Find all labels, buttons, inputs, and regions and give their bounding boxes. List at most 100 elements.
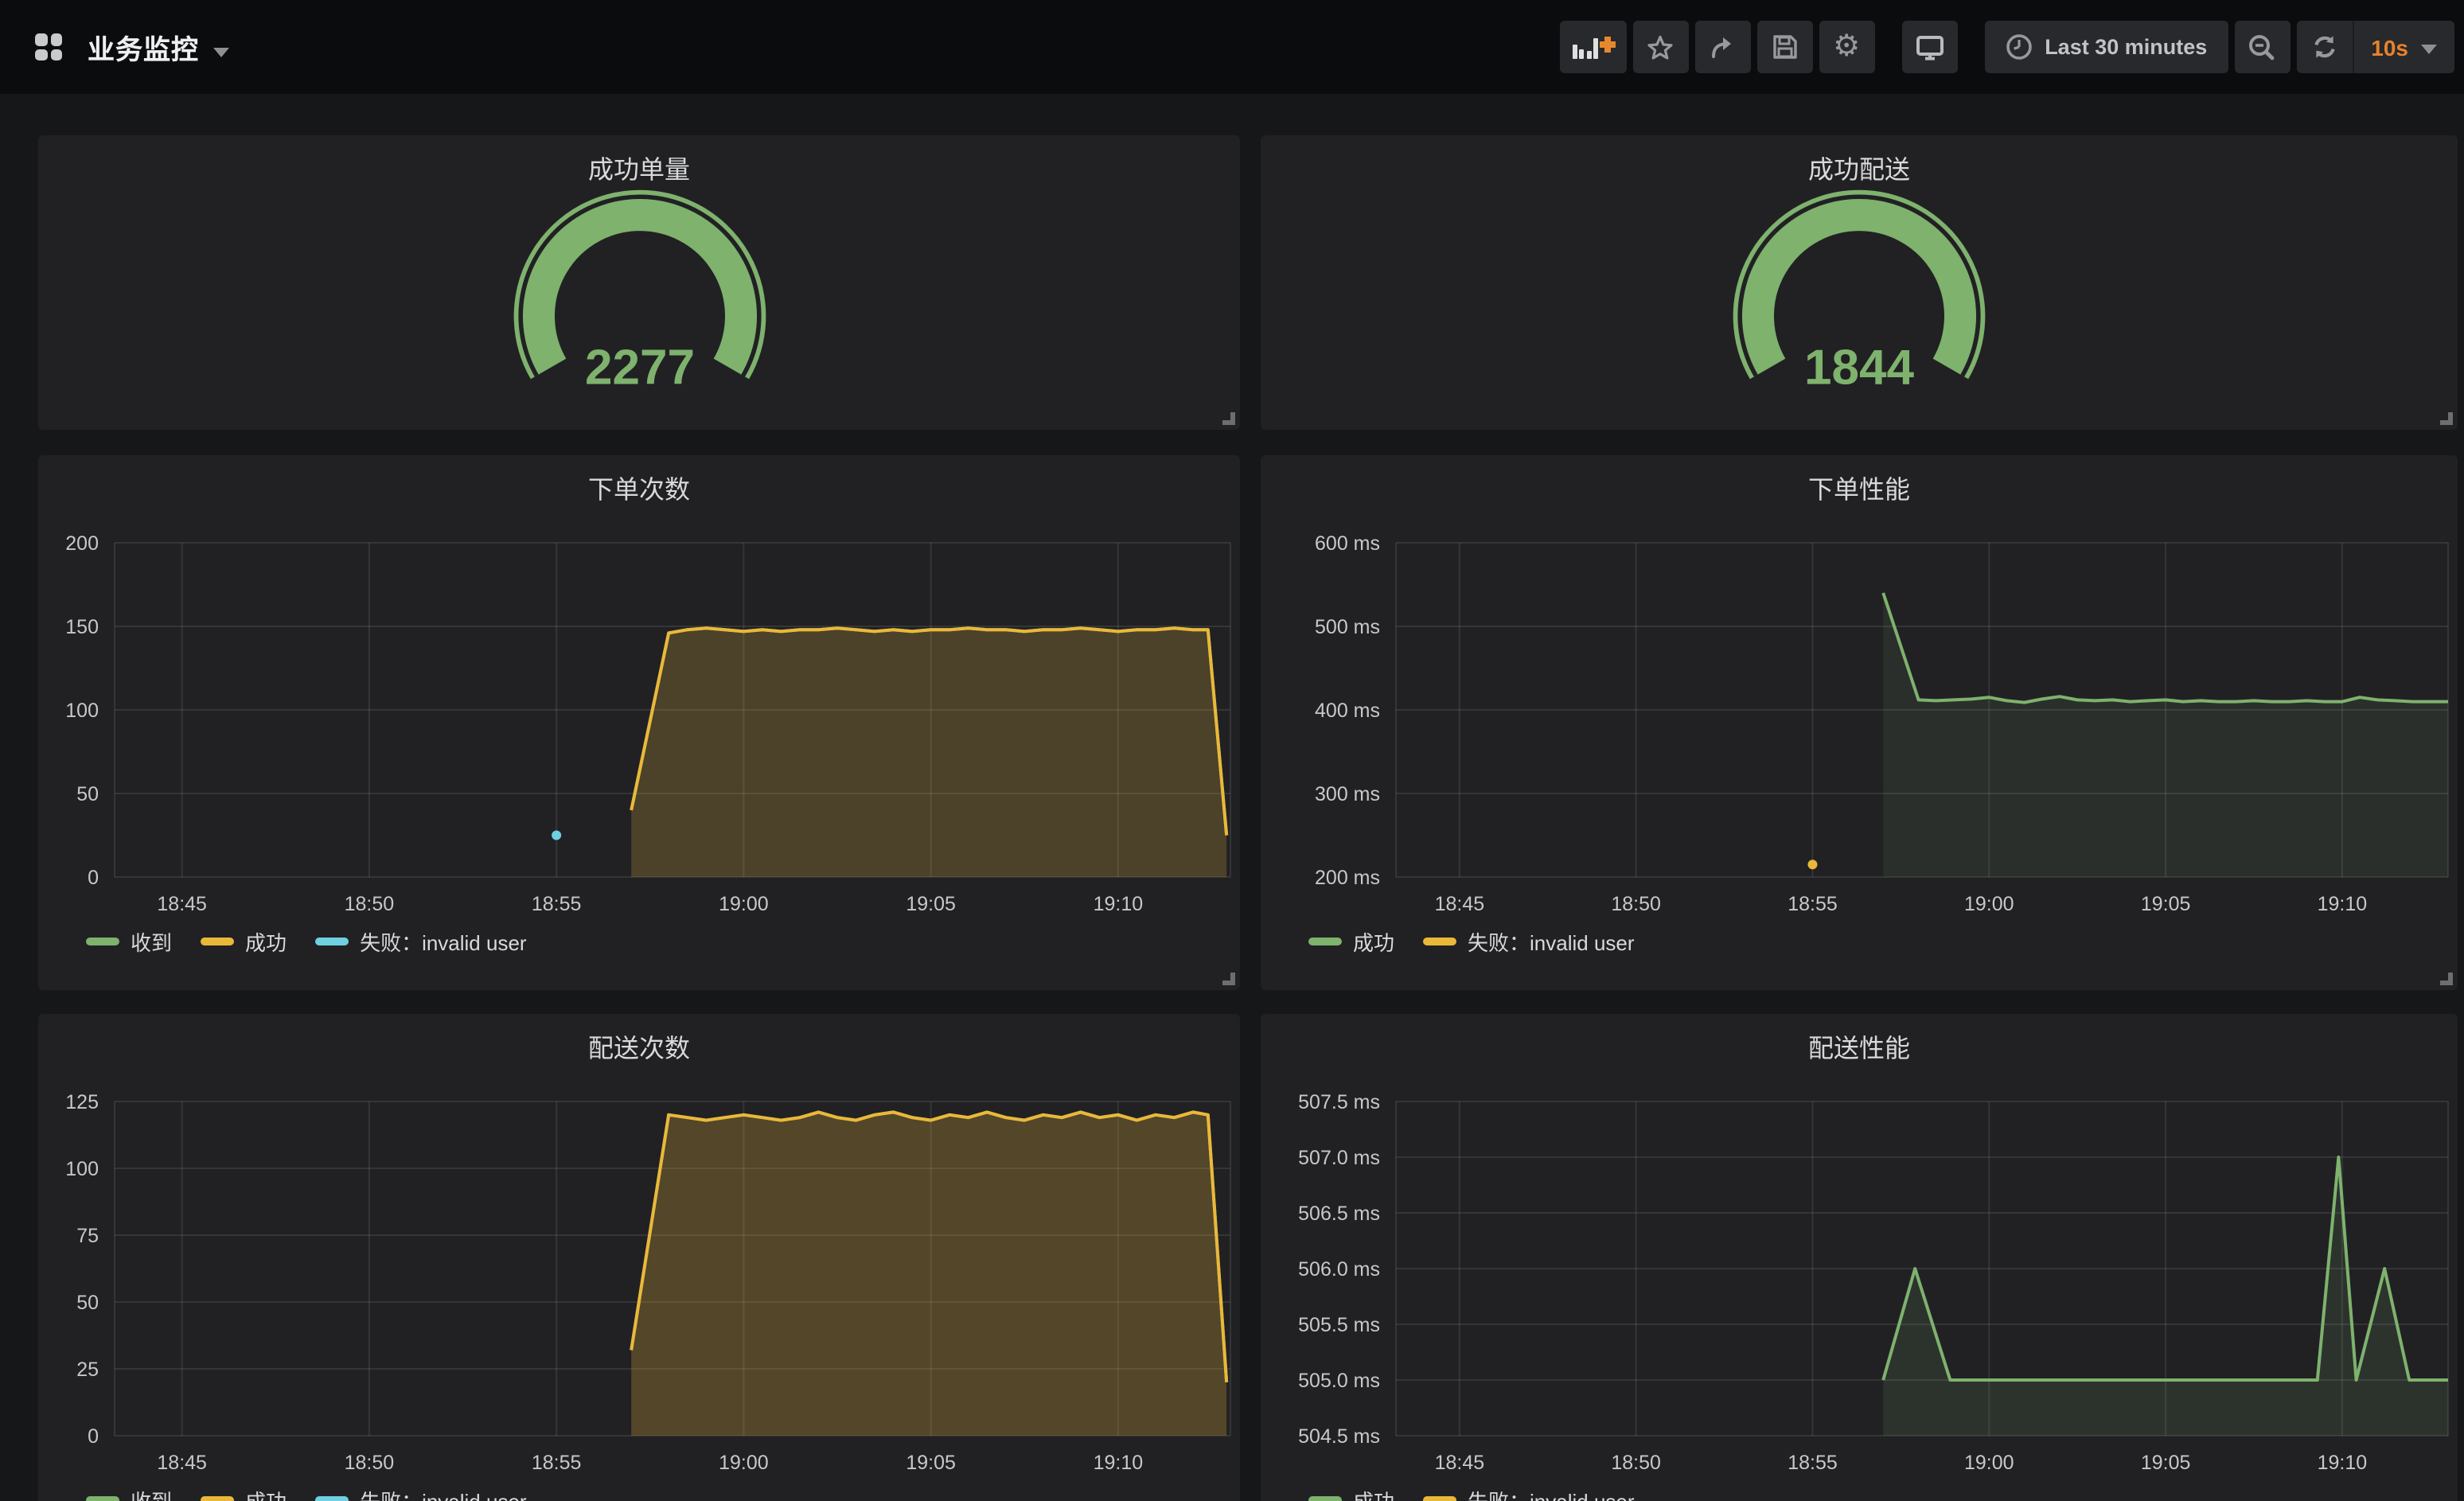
x-tick-label: 18:55 (1788, 893, 1838, 915)
legend-label: 收到 (131, 926, 172, 957)
series-point (552, 831, 561, 840)
legend-label: 失败：invalid user (360, 926, 527, 957)
y-tick-label: 500 ms (1315, 616, 1380, 638)
clock-icon (2005, 33, 2032, 60)
x-tick-label: 18:55 (532, 1452, 582, 1474)
x-tick-label: 19:10 (1094, 1452, 1144, 1474)
share-button[interactable] (1694, 21, 1750, 73)
chart-svg: 200 ms300 ms400 ms500 ms600 ms18:4518:50… (1261, 455, 2458, 990)
zoom-out-icon (2248, 33, 2276, 61)
zoom-out-button[interactable] (2234, 21, 2290, 73)
panel-orders-count: 下单次数 05010015020018:4518:5018:5519:0019:… (38, 455, 1240, 990)
star-button[interactable] (1632, 21, 1688, 73)
legend-item[interactable]: 收到 (86, 1485, 172, 1501)
x-tick-label: 18:50 (1611, 893, 1661, 915)
chart-legend: 收到 成功 失败：invalid user (86, 926, 1224, 957)
x-tick-label: 18:45 (157, 893, 207, 915)
y-tick-label: 50 (76, 1292, 99, 1314)
time-series-chart: 200 ms300 ms400 ms500 ms600 ms18:4518:50… (1261, 455, 2458, 990)
save-icon (1771, 33, 1798, 60)
add-panel-button[interactable] (1559, 21, 1626, 73)
refresh-interval-value: 10s (2371, 34, 2408, 60)
add-panel-icon (1572, 36, 1600, 58)
refresh-button[interactable] (2296, 21, 2352, 73)
x-tick-label: 18:55 (1788, 1452, 1838, 1474)
tv-mode-button[interactable] (1901, 21, 1957, 73)
legend-item[interactable]: 成功 (1308, 1485, 1394, 1501)
legend-label: 成功 (245, 1485, 287, 1501)
x-tick-label: 19:00 (719, 1452, 769, 1474)
x-tick-label: 19:10 (2318, 893, 2368, 915)
legend-swatch (1308, 938, 1342, 945)
resize-handle[interactable] (1222, 412, 1235, 425)
time-series-chart: 05010015020018:4518:5018:5519:0019:0519:… (38, 455, 1240, 990)
gear-icon: ⚙ (1833, 32, 1860, 62)
legend-item[interactable]: 失败：invalid user (315, 926, 527, 957)
resize-handle[interactable] (2440, 412, 2453, 425)
y-tick-label: 50 (76, 783, 99, 805)
y-tick-label: 507.0 ms (1298, 1147, 1380, 1169)
dashboard-caret-down-icon[interactable] (213, 47, 229, 57)
y-tick-label: 400 ms (1315, 700, 1380, 722)
legend-label: 失败：invalid user (360, 1485, 527, 1501)
y-tick-label: 150 (65, 616, 99, 638)
settings-button[interactable]: ⚙ (1819, 21, 1874, 73)
y-tick-label: 125 (65, 1091, 99, 1113)
panel-success-orders: 成功单量 2277 (38, 135, 1240, 430)
series-area (631, 1112, 1226, 1436)
legend-label: 成功 (245, 926, 287, 957)
x-tick-label: 19:10 (1094, 893, 1144, 915)
x-tick-label: 18:45 (157, 1452, 207, 1474)
y-tick-label: 200 (65, 532, 99, 555)
legend-item[interactable]: 成功 (201, 1485, 287, 1501)
legend-label: 成功 (1353, 926, 1394, 957)
gauge-value: 1844 (1804, 341, 1915, 396)
x-tick-label: 19:05 (906, 893, 956, 915)
legend-item[interactable]: 失败：invalid user (315, 1485, 527, 1501)
y-tick-label: 600 ms (1315, 532, 1380, 555)
resize-handle[interactable] (2440, 973, 2453, 985)
legend-swatch (86, 1496, 119, 1501)
legend-item[interactable]: 失败：invalid user (1423, 926, 1635, 957)
gauge-value: 2277 (584, 341, 694, 396)
dashboard: 业务监控 ⚙ (0, 0, 2464, 1501)
caret-down-icon (2421, 44, 2437, 53)
legend-item[interactable]: 成功 (1308, 926, 1394, 957)
legend-label: 成功 (1353, 1485, 1394, 1501)
refresh-button-group: 10s (2296, 21, 2454, 73)
x-tick-label: 18:50 (345, 1452, 395, 1474)
save-button[interactable] (1756, 21, 1812, 73)
panel-title[interactable]: 成功单量 (38, 148, 1240, 186)
legend-swatch (86, 938, 119, 945)
chart-svg: 025507510012518:4518:5018:5519:0019:0519… (38, 1014, 1240, 1501)
time-range-button[interactable]: Last 30 minutes (1984, 21, 2228, 73)
refresh-interval-dropdown[interactable]: 10s (2353, 34, 2454, 60)
gauge: 2277 (469, 183, 809, 430)
y-tick-label: 507.5 ms (1298, 1091, 1380, 1113)
x-tick-label: 19:05 (2141, 893, 2191, 915)
dashboard-title[interactable]: 业务监控 (88, 27, 199, 67)
chart-svg: 05010015020018:4518:5018:5519:0019:0519:… (38, 455, 1240, 990)
x-tick-label: 19:00 (719, 893, 769, 915)
y-tick-label: 100 (65, 700, 99, 722)
chart-legend: 成功 失败：invalid user (1308, 1485, 2442, 1501)
refresh-icon (2310, 33, 2337, 60)
legend-item[interactable]: 收到 (86, 926, 172, 957)
x-tick-label: 19:05 (906, 1452, 956, 1474)
time-series-chart: 504.5 ms505.0 ms505.5 ms506.0 ms506.5 ms… (1261, 1014, 2458, 1501)
legend-item[interactable]: 成功 (201, 926, 287, 957)
legend-swatch (201, 1496, 234, 1501)
panel-success-delivery: 成功配送 1844 (1261, 135, 2458, 430)
chart-svg: 504.5 ms505.0 ms505.5 ms506.0 ms506.5 ms… (1261, 1014, 2458, 1501)
resize-handle[interactable] (1222, 973, 1235, 985)
x-tick-label: 19:05 (2141, 1452, 2191, 1474)
x-tick-label: 18:50 (1611, 1452, 1661, 1474)
x-tick-label: 18:45 (1435, 1452, 1485, 1474)
x-tick-label: 19:10 (2318, 1452, 2368, 1474)
legend-label: 收到 (131, 1485, 172, 1501)
apps-grid-icon[interactable] (35, 33, 62, 60)
share-icon (1708, 33, 1737, 61)
y-tick-label: 300 ms (1315, 783, 1380, 805)
legend-item[interactable]: 失败：invalid user (1423, 1485, 1635, 1501)
panel-title[interactable]: 成功配送 (1261, 148, 2458, 186)
